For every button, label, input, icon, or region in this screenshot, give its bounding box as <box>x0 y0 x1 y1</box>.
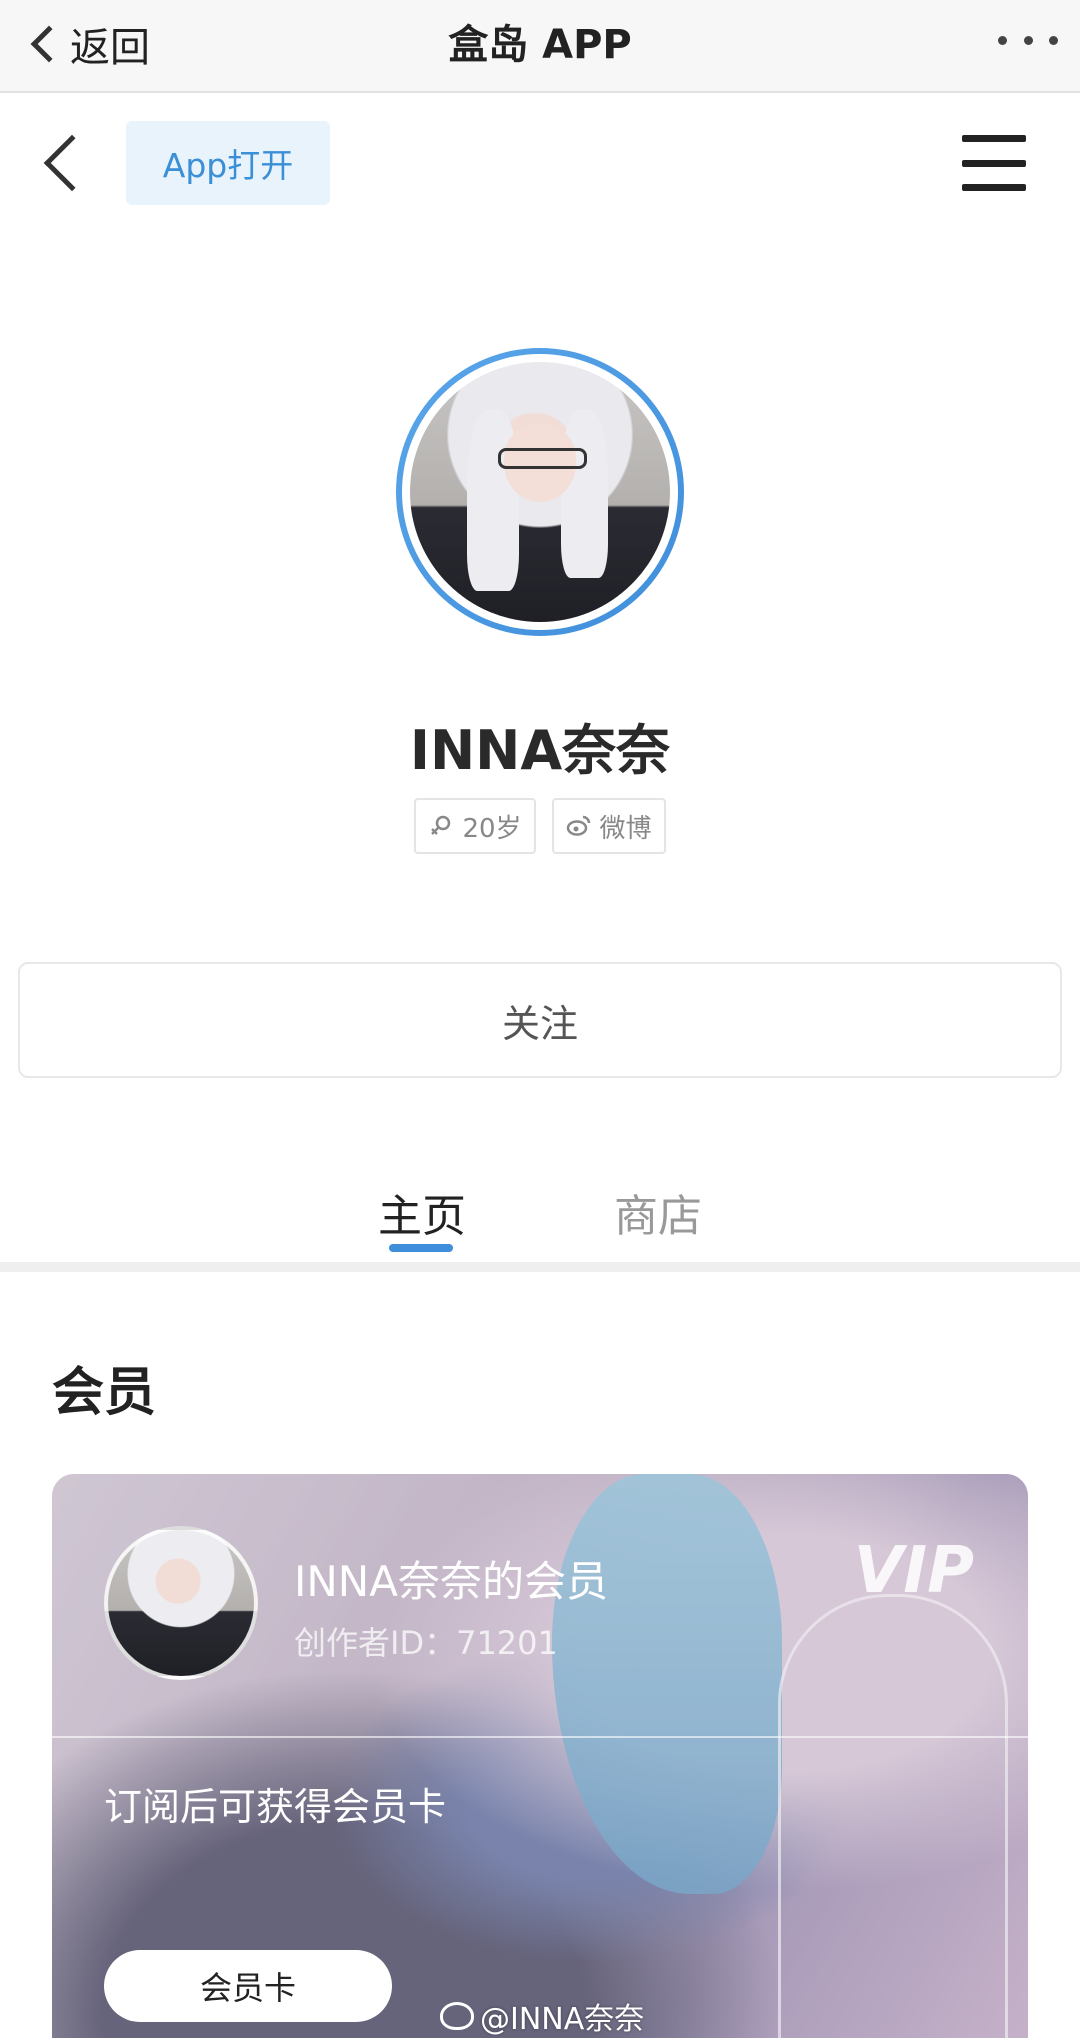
card-subtitle: 订阅后可获得会员卡 <box>104 1785 447 1829</box>
more-options-button[interactable] <box>998 30 1058 50</box>
dot-icon <box>1023 35 1033 45</box>
creator-id: 创作者ID：71201 <box>294 1624 558 1662</box>
age-label: 20岁 <box>462 813 522 844</box>
weibo-icon <box>440 2002 474 2030</box>
section-divider <box>0 1262 1080 1272</box>
page-title: 盒岛 APP <box>448 22 632 68</box>
watermark-text: @INNA奈奈 <box>480 2002 645 2037</box>
vip-badge: VIP <box>853 1534 974 1608</box>
member-card-button[interactable]: 会员卡 <box>104 1950 392 2022</box>
card-avatar <box>104 1526 258 1680</box>
age-tag: 20岁 <box>414 798 536 854</box>
hamburger-menu-icon[interactable] <box>962 135 1026 191</box>
tab-home[interactable]: 主页 <box>378 1180 466 1244</box>
dot-icon <box>1049 35 1058 45</box>
back-arrow-icon[interactable] <box>43 134 101 192</box>
follow-button[interactable]: 关注 <box>18 962 1062 1078</box>
tab-bar: 主页 商店 <box>0 1168 1080 1260</box>
weibo-tag[interactable]: 微博 <box>551 798 666 854</box>
dot-icon <box>998 35 1007 45</box>
member-card[interactable]: INNA奈奈的会员 创作者ID：71201 VIP 订阅后可获得会员卡 会员卡 <box>52 1474 1028 2038</box>
profile-tags: 20岁 微博 <box>0 798 1080 854</box>
active-tab-indicator <box>389 1244 453 1252</box>
profile-name: INNA奈奈 <box>409 719 671 782</box>
weibo-icon <box>566 815 590 836</box>
weibo-watermark: @INNA奈奈 <box>440 1994 644 2038</box>
card-title: INNA奈奈的会员 <box>294 1557 608 1606</box>
member-section-title: 会员 <box>52 1363 157 1423</box>
weibo-label: 微博 <box>599 813 652 844</box>
tab-shop[interactable]: 商店 <box>614 1180 702 1244</box>
card-divider <box>52 1736 1028 1738</box>
app-open-button[interactable]: App打开 <box>126 121 330 205</box>
avatar-image <box>410 362 670 622</box>
female-icon <box>431 815 451 835</box>
secondary-nav: App打开 <box>0 95 1080 235</box>
profile-avatar[interactable] <box>396 348 684 636</box>
top-bar: 返回 盒岛 APP <box>0 0 1080 93</box>
